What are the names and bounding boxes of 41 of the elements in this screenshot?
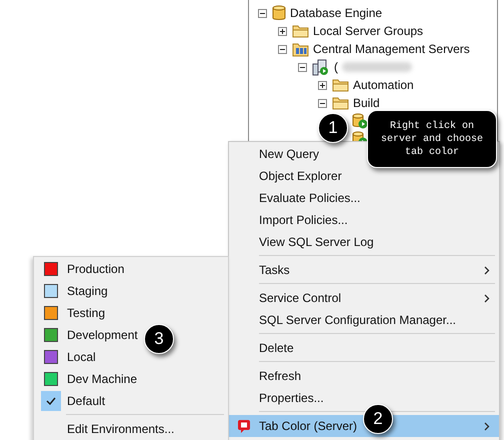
menu-item[interactable]: New Query: [259, 147, 320, 161]
menu-item[interactable]: Edit Environments...: [67, 422, 174, 436]
database-icon: [272, 5, 286, 21]
collapse-toggle[interactable]: [297, 62, 308, 72]
folder-icon: [332, 96, 349, 110]
menu-item[interactable]: Delete: [259, 341, 294, 355]
tree-item[interactable]: Central Management Servers: [313, 42, 470, 56]
menu-item[interactable]: Refresh: [259, 369, 302, 383]
speech-bubble-icon: [237, 419, 251, 433]
tree-item[interactable]: Database Engine: [290, 6, 382, 20]
tree-item[interactable]: Local Server Groups: [313, 24, 424, 38]
menu-item[interactable]: Service Control: [259, 291, 342, 305]
folder-icon: [292, 24, 309, 38]
tree-item[interactable]: Build: [353, 96, 380, 110]
menu-item[interactable]: Development: [67, 328, 138, 342]
collapse-toggle[interactable]: [277, 44, 288, 54]
server-group-icon: [292, 42, 309, 56]
tree-item[interactable]: (: [334, 60, 338, 74]
collapse-toggle[interactable]: [257, 8, 268, 18]
menu-item[interactable]: Staging: [67, 284, 108, 298]
server-icon: [312, 58, 330, 76]
collapse-toggle[interactable]: [317, 98, 328, 108]
menu-item[interactable]: Import Policies...: [259, 213, 348, 227]
expand-toggle[interactable]: [277, 26, 288, 36]
menu-item[interactable]: Local: [67, 350, 96, 364]
menu-item[interactable]: Properties...: [259, 391, 324, 405]
instruction-callout-tooltip: Right click on server and choose tab color: [367, 110, 497, 168]
menu-item[interactable]: Production: [67, 262, 124, 276]
database-server-icon: [352, 113, 368, 129]
expand-toggle[interactable]: [317, 80, 328, 90]
menu-item[interactable]: SQL Server Configuration Manager...: [259, 313, 456, 327]
menu-item[interactable]: Default: [67, 394, 106, 408]
menu-item[interactable]: View SQL Server Log: [259, 235, 374, 249]
tree-item[interactable]: Automation: [353, 78, 414, 92]
menu-item[interactable]: Evaluate Policies...: [259, 191, 360, 205]
menu-item[interactable]: Dev Machine: [67, 372, 138, 386]
menu-item[interactable]: Tasks: [259, 263, 290, 277]
menu-item[interactable]: Testing: [67, 306, 106, 320]
menu-item[interactable]: Object Explorer: [259, 169, 342, 183]
folder-icon: [332, 78, 349, 92]
menu-item[interactable]: Tab Color (Server): [259, 419, 358, 433]
